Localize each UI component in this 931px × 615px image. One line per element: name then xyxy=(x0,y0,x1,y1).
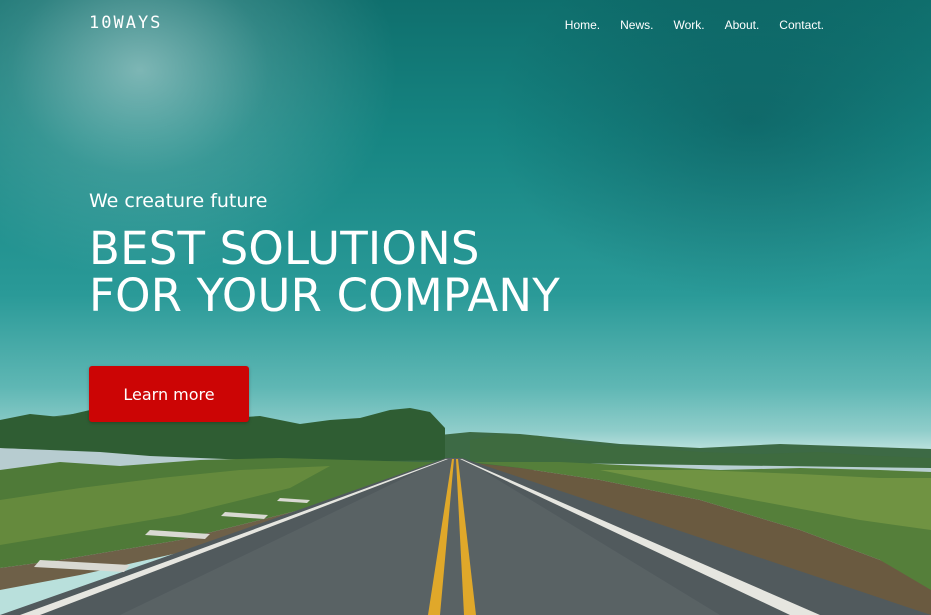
hero-tagline: We creature future xyxy=(89,190,268,212)
hero-text-block: We creature future BEST SOLUTIONS FOR YO… xyxy=(89,190,789,319)
nav-news-link[interactable]: News. xyxy=(620,18,653,32)
hero-headline-line-1: BEST SOLUTIONS xyxy=(89,222,480,275)
nav-about-link[interactable]: About. xyxy=(725,18,760,32)
learn-more-button[interactable]: Learn more xyxy=(89,366,249,422)
nav-home-link[interactable]: Home. xyxy=(565,18,600,32)
site-logo[interactable]: 10WAYS xyxy=(89,13,162,33)
top-navigation-bar: 10WAYS Home. News. Work. About. Contact. xyxy=(0,0,931,50)
main-nav: Home. News. Work. About. Contact. xyxy=(565,18,824,32)
nav-work-link[interactable]: Work. xyxy=(673,18,704,32)
hero-section: 10WAYS Home. News. Work. About. Contact.… xyxy=(0,0,931,615)
hero-headline-line-2: FOR YOUR COMPANY xyxy=(89,269,560,322)
hero-headline: BEST SOLUTIONS FOR YOUR COMPANY xyxy=(89,225,789,319)
nav-contact-link[interactable]: Contact. xyxy=(779,18,824,32)
